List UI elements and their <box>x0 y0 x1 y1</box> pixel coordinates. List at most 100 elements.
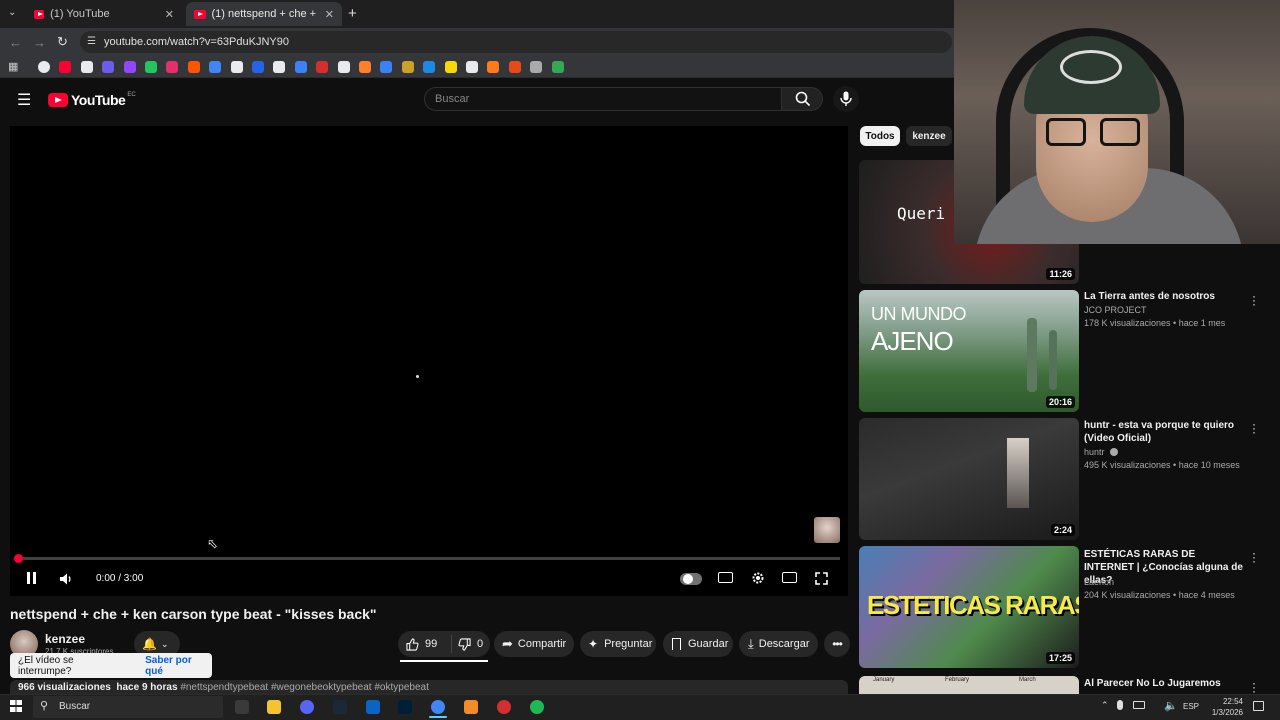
tab-video[interactable]: (1) nettspend + che + ken cars ✕ <box>186 2 342 26</box>
bookmark-favicon-icon[interactable] <box>187 61 200 73</box>
task-view-icon[interactable] <box>235 700 249 714</box>
recommendation-channel[interactable]: JCO PROJECT <box>1084 305 1147 315</box>
chip-channel[interactable]: kenzee <box>906 126 952 146</box>
input-language[interactable]: ESP <box>1183 702 1199 711</box>
network-icon[interactable] <box>1133 701 1145 709</box>
bookmark-favicon-icon[interactable] <box>466 61 478 73</box>
steam-icon[interactable] <box>333 700 347 714</box>
pause-button[interactable] <box>26 572 38 584</box>
bookmark-favicon-icon[interactable] <box>102 61 115 73</box>
discord-icon[interactable] <box>300 700 314 714</box>
tab-search-chevron-icon[interactable]: ⌄ <box>8 7 16 18</box>
dislike-button[interactable]: 0 <box>452 637 483 651</box>
bookmark-favicon-icon[interactable] <box>530 61 543 73</box>
bookmark-favicon-icon[interactable] <box>38 61 50 73</box>
recommendation-channel[interactable]: huntr <box>1084 447 1119 457</box>
bookmark-favicon-icon[interactable] <box>80 61 93 73</box>
bookmark-favicon-icon[interactable] <box>508 61 521 73</box>
bookmark-favicon-icon[interactable] <box>487 61 500 73</box>
bookmark-favicon-icon[interactable] <box>273 61 286 73</box>
notifications-icon[interactable] <box>1253 701 1264 711</box>
mouse-cursor-icon: ⬁ <box>207 536 218 551</box>
photoshop-icon[interactable] <box>398 700 412 714</box>
hashtags[interactable]: #nettspendtypebeat #wegonebeoktypebeat #… <box>180 682 429 693</box>
bookmark-favicon-icon[interactable] <box>316 61 329 73</box>
volume-icon[interactable] <box>59 572 73 586</box>
recommendation-thumbnail[interactable]: ESTETICAS RARAS 17:25 <box>859 546 1079 668</box>
bookmark-favicon-icon[interactable] <box>294 61 307 73</box>
more-vertical-icon[interactable]: · · · <box>1250 418 1258 438</box>
reload-icon[interactable]: ↻ <box>57 34 68 50</box>
site-info-icon[interactable]: ☰ <box>87 36 96 47</box>
chip-all[interactable]: Todos <box>860 126 900 146</box>
channel-name[interactable]: kenzee <box>45 632 85 646</box>
channel-watermark[interactable] <box>814 517 840 543</box>
tab-youtube-home[interactable]: (1) YouTube ✕ <box>26 2 182 26</box>
voice-search-button[interactable] <box>833 86 859 112</box>
bookmark-favicon-icon[interactable] <box>123 61 136 73</box>
apps-grid-icon[interactable]: ▦ <box>8 60 18 73</box>
close-icon[interactable]: ✕ <box>325 8 334 21</box>
bookmark-favicon-icon[interactable] <box>423 61 436 73</box>
progress-bar[interactable] <box>18 557 840 560</box>
subtitles-icon[interactable] <box>718 572 733 583</box>
share-button[interactable]: ➦ Compartir <box>494 631 574 657</box>
search-input[interactable]: Buscar <box>424 87 782 111</box>
vscode-icon[interactable] <box>366 700 380 714</box>
fl-studio-icon[interactable] <box>464 700 478 714</box>
more-actions-button[interactable]: ••• <box>824 631 850 657</box>
bookmark-favicon-icon[interactable] <box>551 61 564 73</box>
bookmark-favicon-icon[interactable] <box>444 61 457 73</box>
like-button[interactable]: 99 <box>398 635 452 653</box>
fullscreen-icon[interactable] <box>815 572 828 585</box>
bookmark-favicon-icon[interactable] <box>359 61 371 73</box>
recommendation-thumbnail[interactable]: 2:24 <box>859 418 1079 540</box>
more-vertical-icon[interactable]: · · · <box>1250 290 1258 310</box>
progress-scrubber[interactable] <box>14 554 23 563</box>
back-icon[interactable]: ← <box>9 35 22 50</box>
bookmark-favicon-icon[interactable] <box>230 61 243 73</box>
learn-why-link[interactable]: Saber por qué <box>145 655 212 677</box>
download-button[interactable]: ⤓ Descargar <box>739 631 818 657</box>
thumbs-up-icon <box>406 637 419 651</box>
recommendation-title[interactable]: huntr - esta va porque te quiero (Video … <box>1084 419 1244 445</box>
windows-start-icon[interactable] <box>10 700 22 712</box>
system-clock[interactable]: 22:54 1/3/2026 <box>1205 696 1243 718</box>
speaker-icon[interactable]: 🔈 <box>1164 699 1178 712</box>
taskbar-search[interactable]: ⚲ Buscar <box>33 696 223 718</box>
recommendation-title[interactable]: Al Parecer No Lo Jugaremos <box>1084 677 1244 690</box>
theater-mode-icon[interactable] <box>782 572 797 583</box>
recommendation-channel[interactable]: Laerion <box>1084 577 1114 587</box>
chrome-icon[interactable] <box>431 700 445 714</box>
bookmark-favicon-icon[interactable] <box>337 61 350 73</box>
new-tab-button[interactable]: + <box>348 5 357 22</box>
bookmark-favicon-icon[interactable] <box>166 61 179 73</box>
autoplay-toggle[interactable] <box>680 573 702 585</box>
recommendation-thumbnail[interactable]: January February March <box>859 676 1079 694</box>
obs-icon[interactable] <box>497 700 511 714</box>
microphone-tray-icon[interactable] <box>1117 700 1123 710</box>
recommendation-title[interactable]: La Tierra antes de nosotros <box>1084 290 1244 303</box>
spotify-icon[interactable] <box>530 700 544 714</box>
save-button[interactable]: Guardar <box>663 631 733 657</box>
settings-gear-icon[interactable] <box>751 571 765 585</box>
bookmark-favicon-icon[interactable] <box>145 61 157 73</box>
chevron-up-icon[interactable]: ⌃ <box>1101 700 1109 711</box>
url-text[interactable]: youtube.com/watch?v=63PduKJNY90 <box>104 36 289 48</box>
more-vertical-icon[interactable]: · · · <box>1250 677 1258 697</box>
forward-icon[interactable]: → <box>33 35 46 50</box>
bookmark-favicon-icon[interactable] <box>59 61 72 73</box>
bookmark-favicon-icon[interactable] <box>252 61 264 73</box>
recommendation-thumbnail[interactable]: UN MUNDO AJENO 20:16 <box>859 290 1079 412</box>
file-explorer-icon[interactable] <box>267 700 281 714</box>
menu-icon[interactable]: ☰ <box>17 90 31 110</box>
bookmark-favicon-icon[interactable] <box>209 61 222 73</box>
ask-button[interactable]: ✦ Preguntar <box>580 631 656 657</box>
bookmark-favicon-icon[interactable] <box>401 61 414 73</box>
close-icon[interactable]: ✕ <box>165 8 174 21</box>
more-vertical-icon[interactable]: · · · <box>1250 547 1258 567</box>
bookmark-favicon-icon[interactable] <box>380 61 393 73</box>
youtube-logo[interactable]: YouTube EC <box>48 92 136 108</box>
video-player[interactable] <box>10 126 848 596</box>
search-button[interactable] <box>781 87 823 111</box>
